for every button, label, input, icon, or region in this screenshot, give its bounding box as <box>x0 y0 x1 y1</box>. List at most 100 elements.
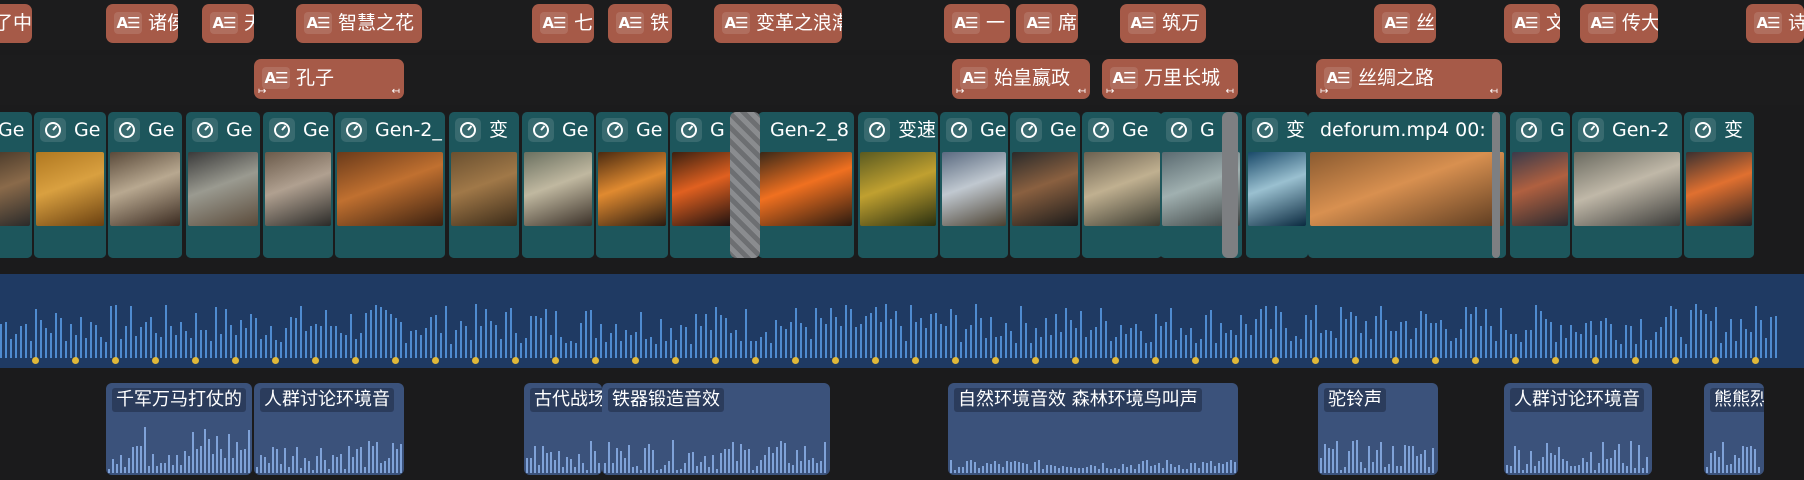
fade-in-arrow-icon[interactable]: ↦ <box>956 87 964 97</box>
text-clip[interactable]: A☰ 一 <box>944 4 1010 43</box>
beat-marker-icon[interactable] <box>912 357 919 364</box>
beat-marker-icon[interactable] <box>712 357 719 364</box>
video-clip[interactable]: Ge <box>186 112 260 258</box>
text-clip[interactable]: A☰ 智慧之花 <box>296 4 422 43</box>
beat-marker-icon[interactable] <box>1032 357 1039 364</box>
video-clip[interactable]: 变 <box>1684 112 1754 258</box>
video-clip[interactable]: Ge <box>522 112 594 258</box>
video-clip[interactable]: 变速 <box>858 112 938 258</box>
text-clip[interactable]: A☰ 传大 <box>1580 4 1658 43</box>
beat-marker-icon[interactable] <box>792 357 799 364</box>
beat-marker-icon[interactable] <box>392 357 399 364</box>
beat-marker-icon[interactable] <box>272 357 279 364</box>
beat-marker-icon[interactable] <box>1672 357 1679 364</box>
beat-marker-icon[interactable] <box>312 357 319 364</box>
text-clip[interactable]: A☰ 诸侯 <box>106 4 178 43</box>
beat-marker-icon[interactable] <box>192 357 199 364</box>
video-clip[interactable]: Ge <box>596 112 668 258</box>
beat-marker-icon[interactable] <box>832 357 839 364</box>
video-clip[interactable]: Ge <box>34 112 106 258</box>
beat-marker-icon[interactable] <box>1272 357 1279 364</box>
beat-marker-icon[interactable] <box>1632 357 1639 364</box>
beat-marker-icon[interactable] <box>992 357 999 364</box>
fade-out-arrow-icon[interactable]: ↤ <box>1226 87 1234 97</box>
fade-out-arrow-icon[interactable]: ↤ <box>1078 87 1086 97</box>
beat-marker-icon[interactable] <box>1152 357 1159 364</box>
beat-marker-icon[interactable] <box>1472 357 1479 364</box>
beat-marker-icon[interactable] <box>72 357 79 364</box>
fade-in-arrow-icon[interactable]: ↦ <box>258 87 266 97</box>
beat-marker-icon[interactable] <box>432 357 439 364</box>
text-clip[interactable]: A☰ 孔子 ↦ ↤ <box>254 59 404 99</box>
text-clip[interactable]: A☰ 文 <box>1504 4 1560 43</box>
sfx-clip[interactable]: 古代战场 <box>524 383 602 475</box>
beat-marker-icon[interactable] <box>1192 357 1199 364</box>
text-clip[interactable]: A☰ 天 <box>202 4 254 43</box>
video-clip[interactable]: 变 <box>1246 112 1308 258</box>
beat-marker-icon[interactable] <box>1352 357 1359 364</box>
beat-marker-icon[interactable] <box>1592 357 1599 364</box>
transition-handle[interactable] <box>1222 112 1238 258</box>
beat-marker-icon[interactable] <box>1392 357 1399 364</box>
beat-marker-icon[interactable] <box>1752 357 1759 364</box>
sfx-clip[interactable]: 自然环境音效 森林环境鸟叫声 <box>948 383 1238 475</box>
text-clip[interactable]: A☰ 七 <box>532 4 594 43</box>
video-clip[interactable]: Ge <box>108 112 182 258</box>
text-clip[interactable]: A☰ 诗 <box>1746 4 1804 43</box>
sfx-clip[interactable]: 人群讨论环境音 <box>254 383 404 475</box>
sfx-clip[interactable]: 人群讨论环境音 <box>1504 383 1652 475</box>
fade-out-arrow-icon[interactable]: ↤ <box>1490 87 1498 97</box>
text-clip[interactable]: A☰ 筑万 <box>1120 4 1206 43</box>
beat-marker-icon[interactable] <box>592 357 599 364</box>
video-clip[interactable]: Ge <box>1082 112 1162 258</box>
beat-marker-icon[interactable] <box>952 357 959 364</box>
beat-marker-icon[interactable] <box>672 357 679 364</box>
video-clip[interactable]: Ge <box>0 112 32 258</box>
beat-marker-icon[interactable] <box>152 357 159 364</box>
beat-marker-icon[interactable] <box>752 357 759 364</box>
video-clip[interactable]: Gen-2_ <box>335 112 445 258</box>
sfx-clip[interactable]: 熊熊烈火 <box>1704 383 1764 475</box>
video-clip[interactable]: Gen-2 <box>1572 112 1682 258</box>
fade-out-arrow-icon[interactable]: ↤ <box>392 87 400 97</box>
text-clip[interactable]: A☰ 席 <box>1016 4 1078 43</box>
video-clip[interactable]: Ge <box>1010 112 1080 258</box>
beat-marker-icon[interactable] <box>472 357 479 364</box>
text-clip[interactable]: A☰了中华 <box>0 4 32 43</box>
video-clip[interactable]: G <box>1510 112 1570 258</box>
video-clip[interactable]: Ge <box>940 112 1008 258</box>
text-clip[interactable]: A☰ 始皇嬴政 ↦ ↤ <box>952 59 1090 99</box>
video-clip[interactable]: deforum.mp4 00: <box>1308 112 1506 258</box>
trim-handle[interactable] <box>1492 112 1500 258</box>
beat-marker-icon[interactable] <box>1432 357 1439 364</box>
beat-marker-icon[interactable] <box>512 357 519 364</box>
beat-marker-icon[interactable] <box>1552 357 1559 364</box>
sfx-clip[interactable]: 驼铃声 <box>1318 383 1438 475</box>
beat-marker-icon[interactable] <box>1072 357 1079 364</box>
beat-marker-icon[interactable] <box>872 357 879 364</box>
beat-marker-icon[interactable] <box>1712 357 1719 364</box>
text-clip[interactable]: A☰ 丝绸之路 ↦ ↤ <box>1316 59 1502 99</box>
beat-marker-icon[interactable] <box>112 357 119 364</box>
beat-marker-icon[interactable] <box>232 357 239 364</box>
beat-marker-icon[interactable] <box>632 357 639 364</box>
video-clip[interactable]: G <box>670 112 736 258</box>
transition-handle[interactable] <box>730 112 760 258</box>
sfx-clip[interactable]: 铁器锻造音效 <box>602 383 830 475</box>
beat-marker-icon[interactable] <box>1512 357 1519 364</box>
video-clip[interactable]: Ge <box>263 112 333 258</box>
text-clip[interactable]: A☰ 变革之浪潮 <box>714 4 842 43</box>
beat-marker-icon[interactable] <box>1232 357 1239 364</box>
fade-in-arrow-icon[interactable]: ↦ <box>1106 87 1114 97</box>
text-clip[interactable]: A☰ 万里长城 ↦ ↤ <box>1102 59 1238 99</box>
video-clip[interactable]: Gen-2_8 <box>758 112 854 258</box>
beat-marker-icon[interactable] <box>1112 357 1119 364</box>
beat-marker-icon[interactable] <box>32 357 39 364</box>
beat-marker-icon[interactable] <box>352 357 359 364</box>
video-clip[interactable]: 变 <box>449 112 519 258</box>
beat-marker-icon[interactable] <box>552 357 559 364</box>
beat-marker-icon[interactable] <box>1312 357 1319 364</box>
main-audio-track[interactable] <box>0 274 1804 368</box>
text-clip[interactable]: A☰ 丝 <box>1374 4 1436 43</box>
fade-in-arrow-icon[interactable]: ↦ <box>1320 87 1328 97</box>
